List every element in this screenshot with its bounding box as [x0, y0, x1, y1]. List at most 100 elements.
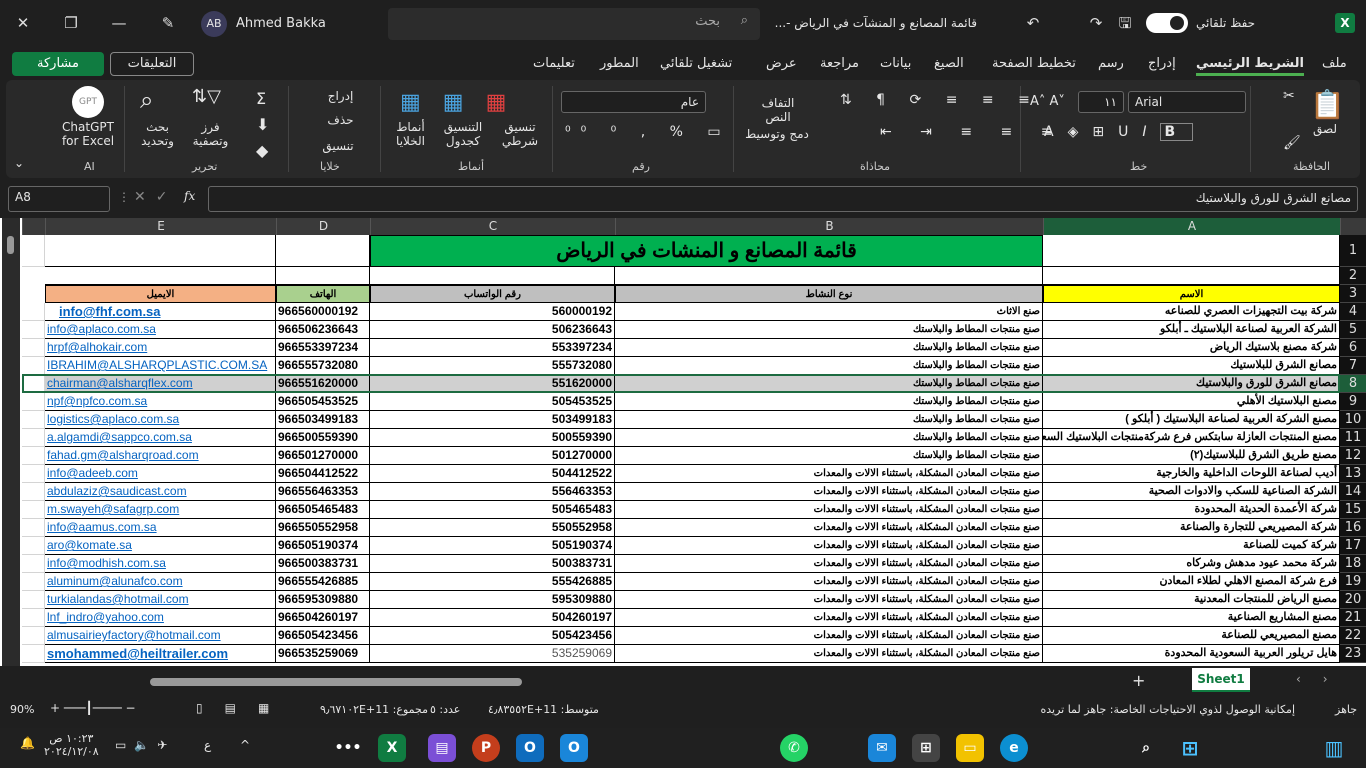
- cell-styles-button[interactable]: أنماط الخلايا: [388, 120, 433, 148]
- whatsapp-cell[interactable]: 505453525: [370, 393, 615, 411]
- whatsapp-cell[interactable]: 503499183: [370, 411, 615, 429]
- activity-cell[interactable]: صنع منتجات المعادن المشكلة، باستثناء الا…: [615, 537, 1043, 555]
- autosave-toggle[interactable]: [1146, 13, 1188, 33]
- email-link[interactable]: info@aplaco.com.sa: [45, 321, 276, 339]
- activity-cell[interactable]: صنع منتجات المعادن المشكلة، باستثناء الا…: [615, 555, 1043, 573]
- name-cell[interactable]: شركة المصيريعي للتجارة والصناعة: [1043, 519, 1340, 537]
- whatsapp-cell[interactable]: 555732080: [370, 357, 615, 375]
- whatsapp-cell[interactable]: 504260197: [370, 609, 615, 627]
- whatsapp-cell[interactable]: 500383731: [370, 555, 615, 573]
- name-cell[interactable]: هايل تريلور العربية السعودية المحدودة: [1043, 645, 1340, 663]
- system-tray-icons[interactable]: ▭🔈✈: [115, 738, 175, 752]
- autosum-icon[interactable]: Σ ⬇ ◆: [256, 86, 269, 164]
- cell-blank[interactable]: [22, 357, 45, 375]
- activity-cell[interactable]: صنع منتجات المعادن المشكلة، باستثناء الا…: [615, 519, 1043, 537]
- whatsapp-cell[interactable]: 505423456: [370, 627, 615, 645]
- cell-blank[interactable]: [22, 537, 45, 555]
- whatsapp-cell[interactable]: 506236643: [370, 321, 615, 339]
- email-link[interactable]: hrpf@alhokair.com: [45, 339, 276, 357]
- email-link[interactable]: info@modhish.com.sa: [45, 555, 276, 573]
- taskbar-excel-icon[interactable]: X: [378, 734, 406, 762]
- wrap-text-button[interactable]: التفاف النص: [748, 96, 808, 124]
- name-cell[interactable]: مصنع الرياض للمنتجات المعدنية: [1043, 591, 1340, 609]
- clock[interactable]: ١٠:٢٣ ص ٢٠٢٤/١٢/٠٨: [44, 732, 99, 758]
- cell-blank[interactable]: [22, 627, 45, 645]
- activity-cell[interactable]: صنع منتجات المطاط والبلاستك: [615, 339, 1043, 357]
- name-cell[interactable]: مصنع المشاريع الصناعية: [1043, 609, 1340, 627]
- taskbar-edge-icon[interactable]: e: [1000, 734, 1028, 762]
- more-apps-icon[interactable]: •••: [334, 734, 362, 762]
- cut-icon[interactable]: ✂: [1283, 88, 1295, 104]
- phone-cell[interactable]: 966505190374: [276, 537, 370, 555]
- whatsapp-cell[interactable]: 505190374: [370, 537, 615, 555]
- find-icon[interactable]: ⌕: [140, 86, 153, 114]
- email-link[interactable]: info@fhf.com.sa: [45, 303, 276, 321]
- email-link[interactable]: aro@komate.sa: [45, 537, 276, 555]
- taskbar-powerpoint-icon[interactable]: P: [472, 734, 500, 762]
- cell-blank-1[interactable]: [22, 235, 45, 267]
- share-button[interactable]: مشاركة: [12, 52, 104, 76]
- whatsapp-cell[interactable]: 560000192: [370, 303, 615, 321]
- name-cell[interactable]: أديب لصناعة اللوحات الداخلية والخارجية: [1043, 465, 1340, 483]
- phone-cell[interactable]: 966501270000: [276, 447, 370, 465]
- phone-cell[interactable]: 966500383731: [276, 555, 370, 573]
- close-icon[interactable]: ✕: [10, 10, 36, 36]
- taskbar-app-icon[interactable]: ▤: [428, 734, 456, 762]
- sheet-nav-icons[interactable]: ‹›: [1296, 672, 1350, 686]
- activity-cell[interactable]: صنع منتجات المعادن المشكلة، باستثناء الا…: [615, 573, 1043, 591]
- phone-cell[interactable]: 966505465483: [276, 501, 370, 519]
- cell-blank[interactable]: [22, 501, 45, 519]
- cell-blank[interactable]: [22, 393, 45, 411]
- phone-cell[interactable]: 966506236643: [276, 321, 370, 339]
- tray-overflow-icon[interactable]: ^: [240, 738, 250, 752]
- tab-4[interactable]: تخطيط الصفحة: [992, 56, 1076, 71]
- name-cell[interactable]: مصنع المنتجات العازلة سابتكس فرع شركةمنت…: [1043, 429, 1340, 447]
- email-link[interactable]: smohammed@heiltrailer.com: [45, 645, 276, 663]
- chatgpt-logo-icon[interactable]: GPT: [72, 86, 104, 118]
- cell-blank[interactable]: [22, 591, 45, 609]
- vertical-scrollbar[interactable]: [2, 218, 20, 666]
- row-header-11[interactable]: 11: [1340, 429, 1366, 447]
- column-header-C[interactable]: C: [370, 218, 615, 235]
- phone-cell[interactable]: 966505453525: [276, 393, 370, 411]
- phone-cell[interactable]: 966560000192: [276, 303, 370, 321]
- activity-cell[interactable]: صنع منتجات المطاط والبلاستك: [615, 429, 1043, 447]
- email-link[interactable]: a.algamdi@sappco.com.sa: [45, 429, 276, 447]
- activity-cell[interactable]: صنع منتجات المطاط والبلاستك: [615, 393, 1043, 411]
- cell-E1[interactable]: [45, 235, 276, 267]
- font-size-select[interactable]: ١١: [1078, 91, 1124, 113]
- delete-cells-button[interactable]: حذف: [318, 113, 363, 127]
- name-cell[interactable]: شركة بيت التجهيزات العصري للصناعه: [1043, 303, 1340, 321]
- cell-blank[interactable]: [22, 645, 45, 663]
- name-cell[interactable]: فرع شركة المصنع الاهلي لطلاء المعادن: [1043, 573, 1340, 591]
- row-header-16[interactable]: 16: [1340, 519, 1366, 537]
- column-corner[interactable]: [1340, 218, 1366, 235]
- row-header-18[interactable]: 18: [1340, 555, 1366, 573]
- format-table-button[interactable]: التنسيق كجدول: [438, 120, 488, 148]
- tab-6[interactable]: بيانات: [880, 56, 911, 71]
- sort-filter-button[interactable]: فرز وتصفية: [188, 120, 233, 148]
- number-format-select[interactable]: عام: [561, 91, 706, 113]
- activity-cell[interactable]: صنع منتجات المعادن المشكلة، باستثناء الا…: [615, 627, 1043, 645]
- cell-D2[interactable]: [276, 267, 370, 285]
- format-cells-button[interactable]: تنسيق: [313, 139, 363, 153]
- name-box[interactable]: A8: [8, 186, 110, 212]
- name-cell[interactable]: شركة محمد عيود مدهش وشركاه: [1043, 555, 1340, 573]
- activity-cell[interactable]: صنع منتجات المعادن المشكلة، باستثناء الا…: [615, 591, 1043, 609]
- redo-icon[interactable]: ↷: [1083, 10, 1109, 36]
- cell-blank[interactable]: [22, 303, 45, 321]
- alignment-icons[interactable]: ⇅ ¶ ⟳ ≡ ≡ ≡: [840, 92, 1040, 108]
- row-header-9[interactable]: 9: [1340, 393, 1366, 411]
- phone-cell[interactable]: 966505423456: [276, 627, 370, 645]
- phone-cell[interactable]: 966503499183: [276, 411, 370, 429]
- cell-blank[interactable]: [22, 447, 45, 465]
- whatsapp-cell[interactable]: 501270000: [370, 447, 615, 465]
- email-link[interactable]: fahad.gm@alsharqroad.com: [45, 447, 276, 465]
- email-link[interactable]: m.swayeh@safagrp.com: [45, 501, 276, 519]
- tab-7[interactable]: مراجعة: [820, 56, 859, 71]
- widgets-icon[interactable]: ▥: [1320, 734, 1348, 762]
- merge-center-button[interactable]: دمج وتوسيط: [742, 127, 812, 141]
- whatsapp-cell[interactable]: 553397234: [370, 339, 615, 357]
- row-header-2[interactable]: 2: [1340, 267, 1366, 285]
- cell-E2[interactable]: [45, 267, 276, 285]
